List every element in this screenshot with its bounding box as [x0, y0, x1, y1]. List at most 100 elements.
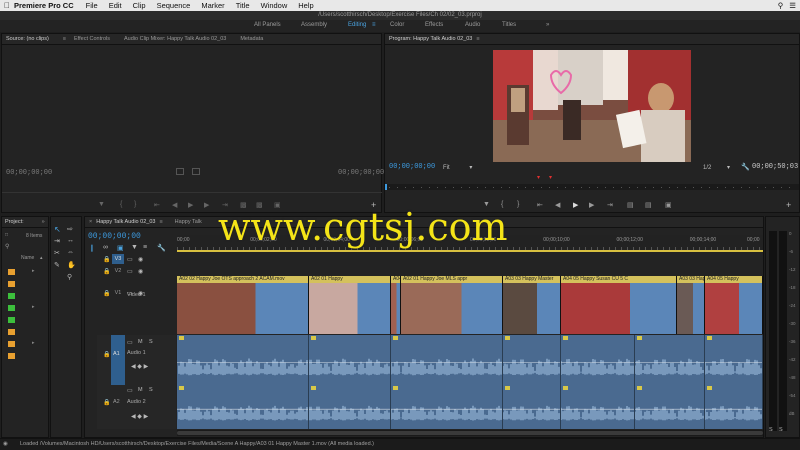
source-play-icon[interactable]: ▶ — [188, 201, 193, 209]
video-clip[interactable]: A02 01 Happy — [309, 276, 391, 334]
solo-button[interactable]: S — [149, 339, 153, 345]
timeline-scroll-thumb[interactable] — [177, 431, 763, 435]
menu-file[interactable]: File — [86, 1, 98, 10]
meter-solo-right[interactable]: S — [779, 427, 783, 433]
eye-icon[interactable]: ◉ — [138, 256, 143, 263]
video-clip[interactable]: A04 05 H — [391, 276, 401, 334]
workspace-more[interactable]: » — [546, 22, 549, 28]
bin-disclosure-icon[interactable]: ▸ — [32, 268, 35, 274]
bin-disclosure-icon[interactable]: ▸ — [32, 340, 35, 346]
add-marker-icon[interactable]: ▣ — [117, 244, 124, 252]
program-scrubber[interactable] — [385, 184, 799, 190]
workspace-assembly[interactable]: Assembly — [301, 22, 327, 28]
lock-icon[interactable]: 🔒 — [103, 290, 110, 297]
pen-tool-icon[interactable]: ✎ — [54, 261, 60, 269]
video-clip[interactable]: A03 03 Happy Master — [503, 276, 561, 334]
menu-marker[interactable]: Marker — [201, 1, 224, 10]
program-step-back-icon[interactable]: ◀ — [555, 201, 560, 209]
mute-button[interactable]: M — [138, 387, 143, 393]
keyframe-nav-icon[interactable]: ◀ ◆ ▶ — [131, 363, 148, 370]
video-clip[interactable]: A03 03 Happy — [677, 276, 705, 334]
tab-effect-controls[interactable]: Effect Controls — [74, 36, 110, 42]
zoom-tool-icon[interactable]: ⚲ — [67, 273, 72, 281]
export-frame-icon[interactable] — [192, 168, 200, 175]
search-icon[interactable]: ⚲ — [5, 243, 9, 250]
marker-icon[interactable]: ▾ — [549, 174, 552, 181]
program-step-forward-icon[interactable]: ▶ — [589, 201, 594, 209]
apple-icon[interactable]:  — [0, 1, 14, 10]
razor-tool-icon[interactable]: ✂ — [54, 249, 60, 257]
camera-icon[interactable]: ▣ — [665, 201, 672, 209]
source-step-back-icon[interactable]: ◀ — [172, 201, 177, 209]
audio-clip[interactable] — [391, 385, 503, 429]
menu-sequence[interactable]: Sequence — [157, 1, 191, 10]
audio-clip[interactable] — [503, 335, 561, 385]
linked-selection-icon[interactable]: ∞ — [103, 244, 108, 251]
tab-sequence-menu-icon[interactable]: ≡ — [159, 219, 162, 225]
workspace-color[interactable]: Color — [390, 22, 404, 28]
program-resolution-select[interactable]: 1/2 ▾ — [703, 164, 730, 171]
keyframe-nav-icon[interactable]: ◀ ◆ ▶ — [131, 413, 148, 420]
audio-clip[interactable] — [309, 385, 391, 429]
track-name-video-1[interactable]: Video 1 — [127, 292, 146, 298]
audio-clip[interactable] — [309, 335, 391, 385]
eye-icon[interactable]: ◉ — [138, 268, 143, 275]
timeline-settings-icon[interactable]: ≡ — [143, 244, 147, 251]
marker-icon[interactable]: ▾ — [537, 174, 540, 181]
timeline-scrollbar[interactable] — [177, 430, 763, 436]
track-target-v1[interactable]: V1 — [112, 288, 124, 298]
slip-tool-icon[interactable]: ⇔ — [67, 249, 74, 256]
sync-lock-icon[interactable]: ▭ — [127, 268, 133, 275]
tab-source[interactable]: Source: (no clips) — [6, 36, 49, 42]
project-item-swatch[interactable] — [8, 281, 15, 287]
audio-clip[interactable] — [635, 335, 705, 385]
search-icon[interactable]: ⚲ — [778, 1, 784, 10]
solo-button[interactable]: S — [149, 387, 153, 393]
audio-track-a1[interactable] — [177, 335, 763, 385]
rolling-edit-tool-icon[interactable]: ↔ — [67, 237, 74, 244]
program-playhead[interactable] — [385, 184, 387, 190]
project-item-swatch[interactable] — [8, 293, 15, 299]
workspace-menu-icon[interactable]: ≡ — [372, 22, 376, 28]
program-zoom-select[interactable]: Fit ▾ — [443, 164, 472, 171]
audio-clip[interactable] — [177, 335, 309, 385]
project-name-column[interactable]: Name — [21, 255, 34, 261]
tab-sequence-happy-talk-audio[interactable]: Happy Talk Audio 02_03 — [96, 219, 155, 225]
sync-lock-icon[interactable]: ▭ — [127, 387, 133, 394]
sync-lock-icon[interactable]: ▭ — [127, 339, 133, 346]
wrench-icon[interactable]: 🔧 — [157, 244, 166, 252]
program-timecode-current[interactable]: 00;00;00;00 — [389, 163, 435, 171]
track-target-v3[interactable]: V3 — [112, 254, 124, 264]
track-target-a1[interactable] — [111, 335, 125, 385]
snap-icon[interactable]: ❙ — [89, 244, 95, 252]
menu-window[interactable]: Window — [261, 1, 288, 10]
work-area-bar[interactable] — [177, 250, 763, 252]
extract-icon[interactable]: ▤ — [645, 201, 652, 209]
workspace-titles[interactable]: Titles — [502, 22, 516, 28]
audio-clip[interactable] — [705, 385, 763, 429]
sync-lock-icon[interactable]: ▭ — [127, 256, 133, 263]
app-name-menu[interactable]: Premiere Pro CC — [14, 1, 74, 10]
tab-metadata[interactable]: Metadata — [240, 36, 263, 42]
ripple-edit-tool-icon[interactable]: ⇥ — [54, 237, 60, 245]
program-goto-in-icon[interactable]: ⇤ — [537, 201, 543, 209]
marker-icon[interactable]: ▼ — [131, 244, 138, 251]
timeline-timecode[interactable]: 00;00;00;00 — [88, 232, 141, 241]
tab-sequence-happy-talk[interactable]: Happy Talk — [175, 219, 202, 225]
program-video-frame[interactable] — [493, 50, 691, 162]
source-step-forward-icon[interactable]: ▶ — [204, 201, 209, 209]
track-name-audio-1[interactable]: Audio 1 — [127, 350, 146, 356]
safe-margins-icon[interactable] — [176, 168, 184, 175]
program-add-button[interactable]: + — [786, 200, 791, 210]
audio-clip[interactable] — [503, 385, 561, 429]
audio-clip[interactable] — [561, 385, 635, 429]
track-name-audio-2[interactable]: Audio 2 — [127, 399, 146, 405]
lock-icon[interactable]: 🔒 — [103, 256, 110, 263]
tab-program[interactable]: Program: Happy Talk Audio 02_03 — [389, 36, 472, 42]
track-select-tool-icon[interactable]: ⇨ — [67, 225, 73, 233]
video-clip[interactable]: A02 01 Happy Joe MLS appr — [401, 276, 503, 334]
project-item-swatch[interactable] — [8, 269, 15, 275]
source-mark-out-icon[interactable]: } — [134, 201, 136, 208]
meter-solo-left[interactable]: S — [769, 427, 773, 433]
selection-tool-icon[interactable]: ↖ — [54, 225, 61, 234]
